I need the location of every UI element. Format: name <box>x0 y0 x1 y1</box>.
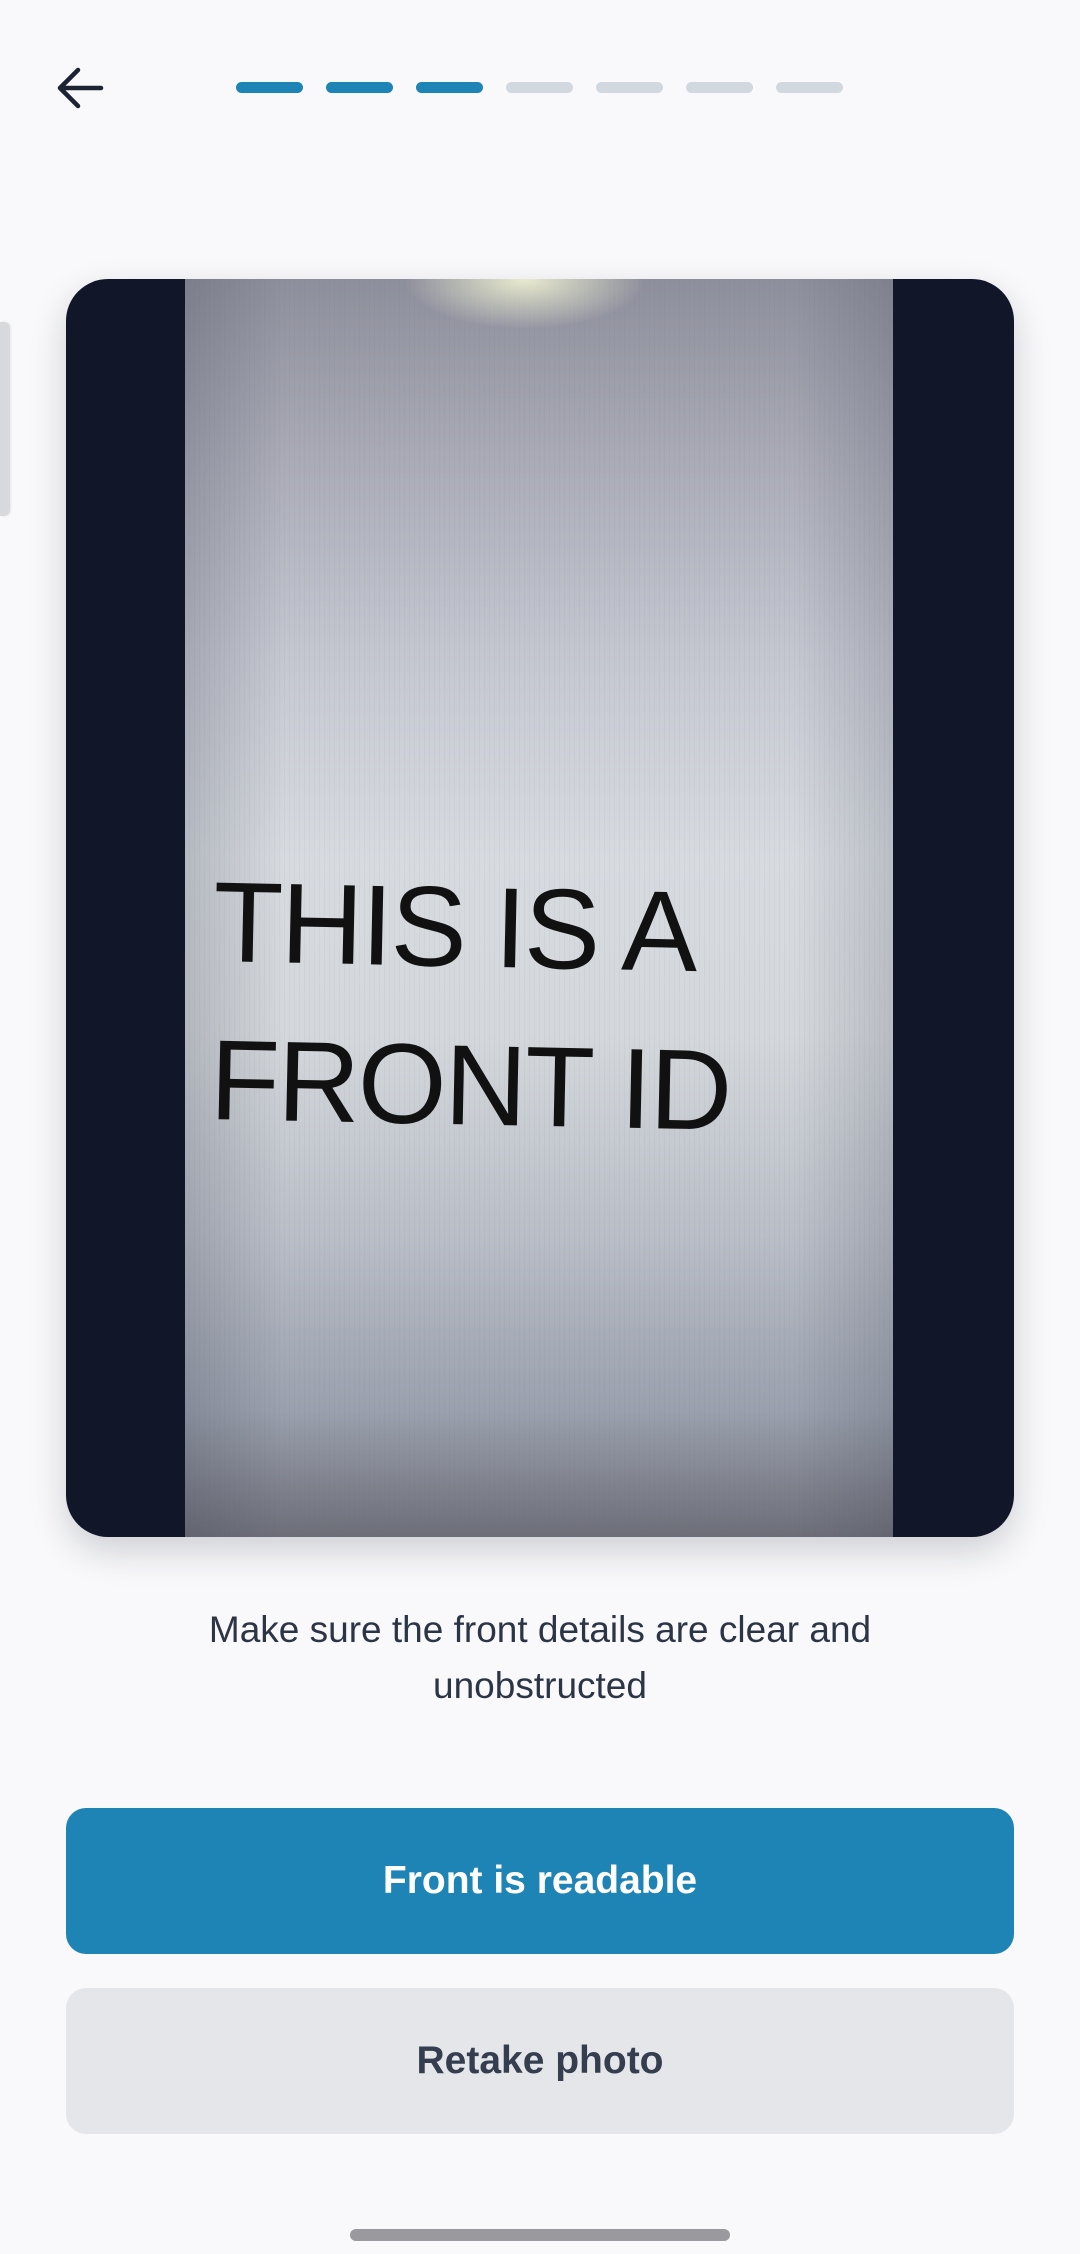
edge-panel-handle[interactable] <box>0 322 10 516</box>
arrow-left-icon <box>57 67 104 109</box>
progress-step-7 <box>776 82 843 93</box>
id-photo-preview: THIS IS A FRONT ID <box>66 279 1014 1537</box>
instruction-text: Make sure the front details are clear an… <box>208 1609 872 1706</box>
home-indicator[interactable] <box>350 2229 730 2241</box>
progress-step-2 <box>326 82 393 93</box>
front-is-readable-button[interactable]: Front is readable <box>66 1808 1014 1954</box>
retake-photo-label: Retake photo <box>416 2039 664 2082</box>
captured-photo: THIS IS A FRONT ID <box>185 279 893 1537</box>
back-button[interactable] <box>40 48 120 128</box>
photo-text-line-1: THIS IS A <box>212 858 698 997</box>
progress-step-6 <box>686 82 753 93</box>
retake-photo-button[interactable]: Retake photo <box>66 1988 1014 2134</box>
progress-indicator <box>236 82 843 93</box>
photo-text: THIS IS A FRONT ID <box>208 844 894 1174</box>
progress-step-5 <box>596 82 663 93</box>
photo-text-line-2: FRONT ID <box>208 1016 732 1155</box>
progress-step-4 <box>506 82 573 93</box>
front-is-readable-label: Front is readable <box>382 1859 698 1902</box>
progress-step-1 <box>236 82 303 93</box>
progress-step-3 <box>416 82 483 93</box>
